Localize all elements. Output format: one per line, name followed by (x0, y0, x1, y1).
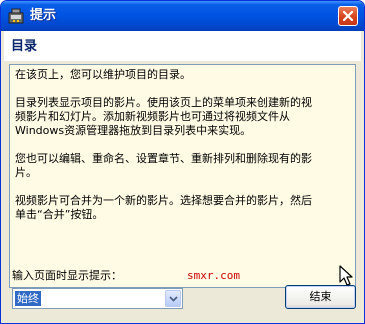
help-paragraph: 在该页上，您可以维护项目的目录。 (15, 68, 191, 81)
dropdown-button[interactable] (165, 290, 181, 307)
help-paragraph: 您也可以编辑、重命名、设置章节、重新排列和删除现有的影 片。 (15, 152, 312, 179)
hint-select[interactable]: 始终 (12, 288, 183, 309)
close-icon (342, 10, 354, 22)
title-bar[interactable]: 提示 (1, 1, 364, 31)
header-band: 目录 (4, 31, 361, 61)
watermark-text: smxr.com (187, 269, 240, 282)
close-button[interactable] (338, 6, 358, 26)
dialog-window: 提示 目录 在该页上，您可以维护项目的目录。 目录列表显示项目的影片。使用该页上… (0, 0, 365, 324)
window-title: 提示 (30, 8, 57, 23)
help-paragraph: 视频影片可合并为一个新的影片。选择想要合并的影片，然后 单击“合并”按钮。 (15, 194, 312, 221)
app-icon (8, 8, 24, 24)
help-paragraph: 目录列表显示项目的影片。使用该页上的菜单项来创建新的视 频影片和幻灯片。添加新视… (15, 96, 312, 137)
finish-button[interactable]: 结束 (285, 285, 356, 309)
mouse-pointer-icon (339, 265, 355, 287)
help-text-box[interactable]: 在该页上，您可以维护项目的目录。 目录列表显示项目的影片。使用该页上的菜单项来创… (9, 64, 356, 288)
hint-select-value: 始终 (15, 291, 41, 306)
chevron-down-icon (169, 296, 178, 302)
hint-select-label: 输入页面时显示提示： (12, 269, 122, 282)
page-heading: 目录 (11, 39, 38, 54)
dialog-content: 目录 在该页上，您可以维护项目的目录。 目录列表显示项目的影片。使用该页上的菜单… (4, 31, 361, 321)
